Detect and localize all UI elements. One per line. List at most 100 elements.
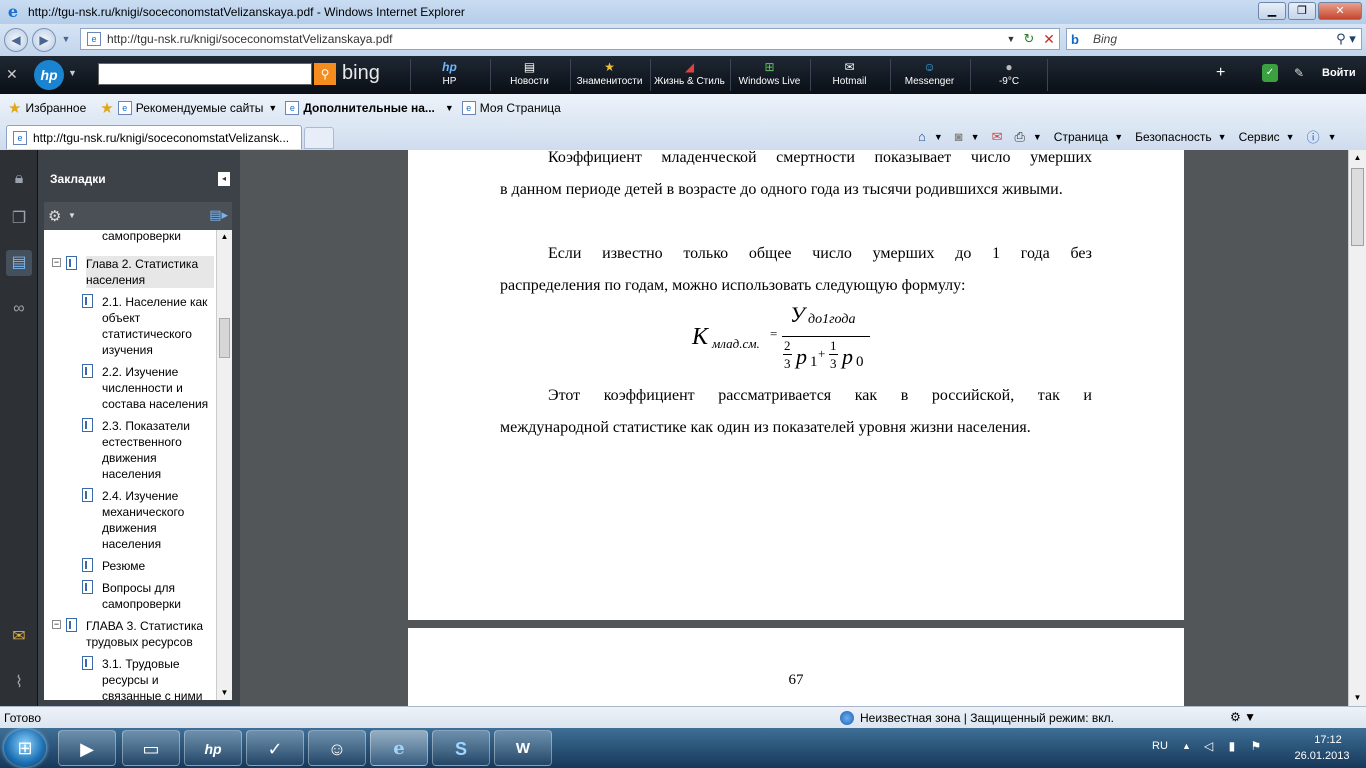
explorer-folder-icon[interactable]: ▭ [122,730,180,766]
hp-menu-dropdown-icon[interactable]: ▼ [68,68,77,78]
scroll-down-icon[interactable]: ▼ [217,686,232,700]
pages-icon[interactable]: ❐ [6,206,32,232]
safety-menu[interactable]: Безопасность [1135,130,1212,144]
suggested-sites[interactable]: ★ e Рекомендуемые сайты ▼ [100,99,277,117]
skype-icon[interactable]: S [432,730,490,766]
close-toolbar-icon[interactable]: ✕ [6,66,18,83]
address-dropdown-icon[interactable]: ▼ [1003,34,1019,44]
hp-search-button[interactable]: ⚲ [314,63,336,85]
chevron-down-icon[interactable]: ▼ [971,132,980,142]
favorites-button[interactable]: ★ Избранное [8,99,86,117]
show-hidden-icons[interactable]: ▲ [1182,741,1191,751]
chevron-down-icon[interactable]: ▼ [1218,132,1227,142]
tray-icons[interactable]: ◁ ▮ ⚑ [1204,739,1267,753]
paragraph-line: Коэффициент младенческой смертности пока… [548,150,1092,166]
bookmark-item[interactable]: самопроверки [44,230,216,246]
collapse-panel-icon[interactable]: ◂ [218,172,230,186]
chevron-down-icon[interactable]: ▼ [1286,132,1295,142]
clock-date[interactable]: 26.01.2013 [1286,750,1358,762]
toolbar-hotmail[interactable]: ✉ Hotmail [810,59,888,91]
chevron-down-icon[interactable]: ▼ [1328,132,1337,142]
forward-button[interactable]: ▶ [32,28,56,52]
bookmark-item[interactable]: 2.3. Показатели естественного движения н… [44,416,216,482]
lock-icon[interactable]: 🔒︎ [6,166,32,192]
scroll-up-icon[interactable]: ▲ [1349,150,1366,166]
bookmarks-icon[interactable]: ▤ [6,250,32,276]
back-button[interactable]: ◀ [4,28,28,52]
my-page-link[interactable]: e Моя Страница [461,101,561,115]
binoculars-icon[interactable]: ∞ [6,296,32,322]
security-zone[interactable]: Неизвестная зона | Защищенный режим: вкл… [840,711,1114,725]
stop-icon[interactable]: ✕ [1039,31,1059,48]
help-icon[interactable]: ⓘ [1307,127,1320,146]
bookmark-item[interactable]: 2.4. Изучение механического движения нас… [44,486,216,552]
home-icon[interactable]: ⌂ [918,129,926,144]
pdf-document-view[interactable]: Коэффициент младенческой смертности пока… [240,150,1348,706]
address-url[interactable]: http://tgu-nsk.ru/knigi/soceconomstatVel… [107,32,1003,46]
bookmark-item[interactable]: Вопросы для самопроверки [44,578,216,612]
start-button[interactable]: ⊞ [4,729,46,767]
document-scrollbar[interactable]: ▲ ▼ [1348,150,1366,706]
internet-explorer-icon[interactable]: e [370,730,428,766]
shield-icon[interactable]: ✓ [1262,64,1278,82]
clock-time[interactable]: 17:12 [1296,734,1360,746]
messenger-icon[interactable]: ☺ [308,730,366,766]
tab-active[interactable]: e http://tgu-nsk.ru/knigi/soceconomstatV… [6,125,302,149]
zoom-icon[interactable]: ⚙ ▼ [1230,710,1256,724]
minimize-button[interactable]: ▁ [1258,2,1286,20]
word-icon[interactable]: W [494,730,552,766]
sign-in-link[interactable]: Войти [1322,67,1356,79]
hp-logo-icon[interactable]: hp [34,60,64,90]
expand-bookmark-icon[interactable]: ▤▸ [209,207,228,223]
web-slice-gallery[interactable]: e Дополнительные на... ▼ [285,101,454,115]
media-player-icon[interactable]: ▶ [58,730,116,766]
add-icon[interactable]: + [1216,64,1225,82]
toolbar-celebrities[interactable]: ★ Знаменитости [570,59,648,91]
bookmark-item[interactable]: 2.2. Изучение численности и состава насе… [44,362,216,412]
toolbar-lifestyle[interactable]: ◢ Жизнь & Стиль [650,59,728,91]
scroll-down-icon[interactable]: ▼ [1349,690,1366,706]
chevron-down-icon[interactable]: ▼ [68,211,76,220]
hp-search-input[interactable] [98,63,312,85]
page-menu[interactable]: Страница [1054,130,1108,144]
address-input[interactable]: e http://tgu-nsk.ru/knigi/soceconomstatV… [80,28,1060,50]
maximize-button[interactable]: ❐ [1288,2,1316,20]
bookmark-item[interactable]: − Глава 2. Статистика населения [44,254,216,290]
chevron-down-icon[interactable]: ▼ [1114,132,1123,142]
bookmarks-scrollbar[interactable]: ▲ ▼ [216,230,232,700]
language-indicator[interactable]: RU [1152,740,1168,752]
search-icon[interactable]: ⚲ ▾ [1331,31,1361,47]
close-button[interactable]: ✕ [1318,2,1362,20]
collapse-node-icon[interactable]: − [52,620,61,629]
new-tab-button[interactable] [304,127,334,149]
feeds-icon[interactable]: ◙ [955,129,963,144]
attachment-icon[interactable]: ⌇ [6,670,32,696]
toolbar-news[interactable]: ▤ Новости [490,59,568,91]
toolbar-hp[interactable]: hp HP [410,59,488,91]
bookmark-item[interactable]: Резюме [44,556,216,574]
scroll-thumb[interactable] [219,318,230,358]
wrench-icon[interactable]: ✎ [1294,66,1304,80]
print-icon[interactable]: ⎙ [1014,129,1024,145]
chevron-down-icon[interactable]: ▼ [934,132,943,142]
bookmark-item[interactable]: 2.1. Население как объект статистическог… [44,292,216,358]
refresh-icon[interactable]: ↻ [1019,31,1039,47]
bookmark-item[interactable]: − ГЛАВА 3. Статистика трудовых ресурсов [44,616,216,652]
toolbar-weather[interactable]: ● -9°C [970,59,1048,91]
tools-menu[interactable]: Сервис [1239,130,1280,144]
search-box[interactable]: b Bing ⚲ ▾ [1066,28,1362,50]
toolbar-messenger[interactable]: ☺ Messenger [890,59,968,91]
recent-pages-dropdown[interactable]: ▼ [58,28,74,52]
scroll-up-icon[interactable]: ▲ [217,230,232,244]
read-mail-icon[interactable]: ✉ [992,129,1003,145]
toolbar-windows-live[interactable]: ⊞ Windows Live [730,59,808,91]
bookmark-item[interactable]: 3.1. Трудовые ресурсы и связанные с ними [44,654,216,700]
gear-icon[interactable]: ⚙ [48,207,61,225]
search-placeholder[interactable]: Bing [1093,32,1331,46]
comments-icon[interactable]: ✉ [6,624,32,650]
scroll-thumb[interactable] [1351,168,1364,246]
hp-icon[interactable]: hp [184,730,242,766]
chevron-down-icon[interactable]: ▼ [1033,132,1042,142]
hp-check-icon[interactable]: ✓ [246,730,304,766]
collapse-node-icon[interactable]: − [52,258,61,267]
